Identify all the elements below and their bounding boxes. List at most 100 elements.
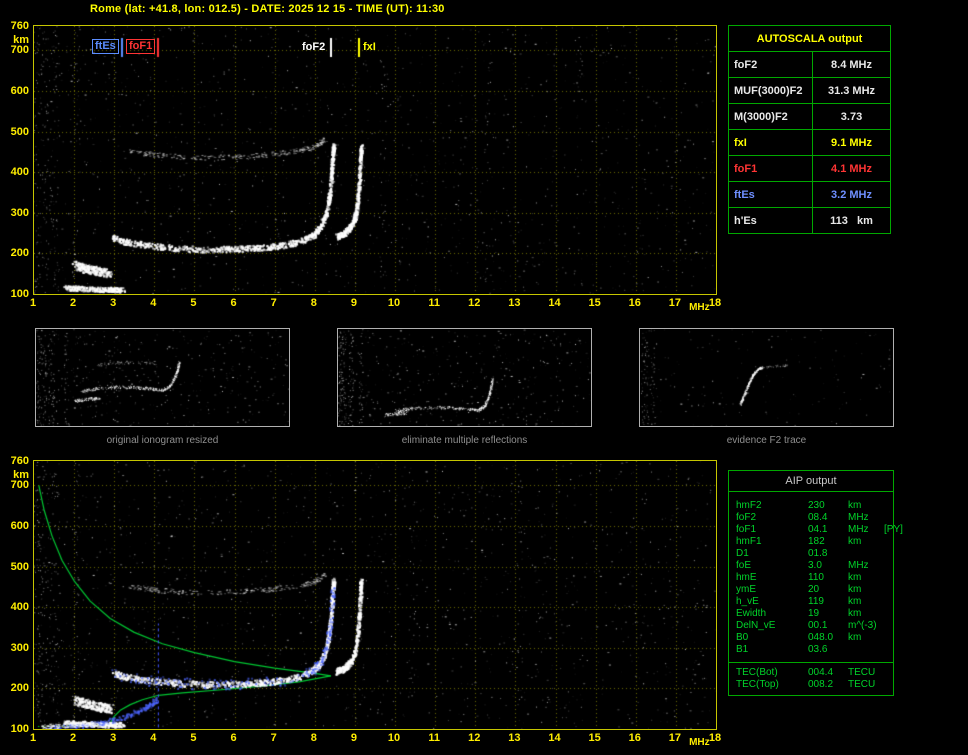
aip-param-unit: km (848, 608, 862, 619)
thumb-original: original ionogram resized (35, 328, 290, 446)
x-tick: 11 (428, 732, 440, 744)
aip-param-flag (884, 560, 890, 572)
aip-title: AIP output (729, 471, 893, 492)
ionogram-profile-plot (33, 460, 717, 730)
aip-param-name: B0 (736, 632, 749, 643)
x-tick: 17 (668, 732, 681, 744)
autoscala-row: foF1 4.1 MHz (728, 155, 891, 182)
station-title: Rome (lat: +41.8, lon: 012.5) - DATE: 20… (90, 3, 445, 15)
y-tick: 300 (10, 641, 29, 654)
aip-param-unit: MHz (848, 524, 869, 535)
aip-param-value: 048.0 (808, 632, 834, 643)
y-axis-unit: km (13, 469, 29, 481)
autoscala-param-label: M(3000)F2 (728, 103, 813, 130)
y-tick: 760 (10, 20, 29, 32)
aip-param-name: foE (736, 560, 752, 571)
aip-param-value: 00.1 (808, 620, 828, 631)
aip-param-unit: km (848, 500, 862, 511)
aip-param-flag (884, 667, 890, 679)
ftEs-marker-label: ftEs (92, 39, 119, 54)
aip-param-value: 20 (808, 584, 820, 595)
aip-param-value: 008.2 (808, 679, 834, 690)
autoscala-param-label: fxI (728, 129, 813, 156)
aip-param-unit: km (848, 596, 862, 607)
aip-param-unit: TECU (848, 679, 876, 690)
aip-param-value: 03.6 (808, 644, 828, 655)
x-tick: 12 (468, 732, 481, 744)
x-tick: 9 (350, 732, 357, 744)
autoscala-row: ftEs 3.2 MHz (728, 181, 891, 208)
aip-param-value: 01.8 (808, 548, 828, 559)
aip-param-value: 004.4 (808, 667, 834, 678)
thumb-original-canvas (36, 329, 289, 426)
y-tick: 600 (10, 84, 29, 97)
thumb-eliminate-reflections-frame (337, 328, 592, 427)
x-tick: 10 (387, 297, 401, 309)
autoscala-title: AUTOSCALA output (728, 25, 891, 52)
x-tick: 5 (190, 297, 197, 309)
x-tick: 3 (110, 732, 117, 744)
fxI-marker-label: fxI (363, 41, 376, 53)
autoscala-tbody: foF2 8.4 MHz MUF(3000)F2 31.3 MHz M(3000)F2 3… (728, 51, 891, 234)
autoscala-param-value: 8.4 MHz (812, 51, 891, 78)
x-tick: 6 (230, 297, 237, 309)
aip-param-name: TEC(Top) (736, 679, 779, 690)
aip-param-unit: MHz (848, 512, 869, 523)
x-tick: 15 (588, 732, 601, 744)
aip-row: hmF1 182 km (736, 536, 890, 548)
aip-param-flag (884, 512, 890, 524)
aip-param-flag (884, 572, 890, 584)
x-tick: 18 (708, 297, 722, 309)
aip-row: foF1 04.1 MHz [PY] (736, 524, 903, 536)
aip-rows: hmF2 230 km foF2 08.4 MHz foF1 04.1 MHz [PY] hmF1 1… (729, 492, 903, 662)
aip-tec-row: TEC(Bot) 004.4 TECU (736, 667, 890, 679)
aip-param-unit: km (848, 536, 862, 547)
y-tick: 200 (10, 247, 29, 260)
aip-param-unit: km (848, 584, 862, 595)
x-tick: 14 (548, 297, 561, 309)
x-tick: 11 (428, 297, 440, 309)
y-tick: 760 (10, 455, 29, 467)
x-tick: 8 (310, 297, 317, 309)
thumb-eliminate-reflections-caption: eliminate multiple reflections (401, 435, 528, 446)
aip-param-name: h_vE (736, 596, 759, 607)
y-tick: 500 (10, 560, 29, 573)
aip-param-name: hmE (736, 572, 757, 583)
aip-param-value: 19 (808, 608, 820, 619)
x-tick: 1 (29, 732, 37, 744)
autoscala-param-label: foF1 (728, 155, 813, 182)
autoscala-param-label: MUF(3000)F2 (728, 77, 813, 104)
aip-row: DelN_vE 00.1 m^(-3) (736, 620, 890, 632)
aip-param-flag (884, 644, 890, 656)
aip-param-flag (884, 679, 890, 691)
x-tick: 14 (548, 732, 561, 744)
aip-param-name: Ewidth (736, 608, 767, 619)
aip-param-value: 119 (808, 596, 824, 607)
y-tick: 500 (10, 125, 29, 138)
y-tick: 400 (10, 601, 29, 614)
autoscala-param-value: 4.1 MHz (812, 155, 891, 182)
x-tick: 2 (70, 732, 77, 744)
x-tick: 8 (310, 732, 317, 744)
thumb-f2-trace-caption: evidence F2 trace (726, 435, 807, 446)
aip-param-name: foF1 (736, 524, 757, 535)
x-tick: 4 (150, 297, 157, 309)
foF2-marker-label: foF2 (302, 41, 326, 53)
autoscala-param-label: h'Es (728, 207, 813, 234)
x-tick: 2 (70, 297, 77, 309)
aip-param-unit (848, 548, 884, 560)
aip-row: hmE 110 km (736, 572, 890, 584)
autoscala-param-value: 3.73 (812, 103, 891, 130)
aip-row: D1 01.8 (736, 548, 890, 560)
y-tick: 100 (10, 723, 29, 735)
y-axis-unit: km (13, 34, 29, 46)
y-tick: 400 (10, 166, 29, 179)
aip-row: B0 048.0 km (736, 632, 890, 644)
y-tick: 700 (10, 44, 29, 57)
aip-param-value: 08.4 (808, 512, 828, 523)
autoscala-title-row: AUTOSCALA output (728, 25, 891, 52)
foF1-marker-label: foF1 (126, 39, 156, 54)
x-tick: 10 (387, 732, 401, 744)
aip-param-name: ymE (736, 584, 756, 595)
aip-param-unit: km (848, 572, 862, 583)
